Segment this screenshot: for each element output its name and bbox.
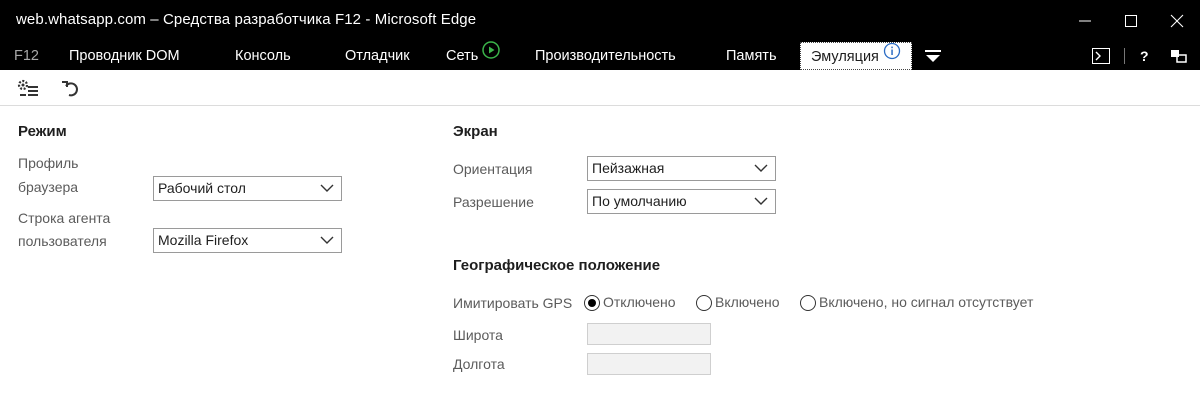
undo-icon — [62, 81, 78, 97]
simulate-gps-label: Имитировать GPS — [453, 295, 573, 311]
browser-profile-label-line2: браузера — [18, 179, 79, 195]
more-tools-button[interactable] — [922, 42, 944, 70]
radio-unselected-icon — [800, 295, 816, 311]
emulation-toolbar — [0, 70, 1200, 106]
gear-list-icon — [17, 79, 38, 96]
browser-profile-value: Рабочий стол — [158, 180, 246, 196]
tab-memory[interactable]: Память — [726, 42, 777, 70]
tab-emulation-label: Эмуляция — [811, 49, 879, 65]
reset-button[interactable] — [60, 78, 84, 100]
resolution-select[interactable]: По умолчанию — [587, 189, 776, 214]
window-controls — [1062, 0, 1200, 42]
title-bar: web.whatsapp.com – Средства разработчика… — [0, 0, 1200, 42]
close-icon — [1170, 14, 1184, 28]
gps-radio-off-label: Отключено — [603, 294, 676, 310]
minimize-button[interactable] — [1062, 0, 1108, 42]
chevron-down-icon — [320, 184, 334, 192]
longitude-label: Долгота — [453, 356, 505, 372]
chevron-down-icon — [320, 236, 334, 244]
orientation-select[interactable]: Пейзажная — [587, 156, 776, 181]
tab-f12[interactable]: F12 — [14, 42, 39, 70]
tab-performance[interactable]: Производительность — [535, 42, 676, 70]
dropdown-arrow-icon — [925, 50, 941, 62]
browser-profile-label-line1: Профиль — [18, 155, 79, 171]
gps-radio-group: Отключено Включено Включено, но сигнал о… — [584, 293, 1054, 315]
help-button[interactable]: ? — [1136, 42, 1154, 70]
undock-icon — [1171, 50, 1187, 63]
devtools-tab-bar: F12 Проводник DOM Консоль Отладчик Сеть … — [0, 40, 1200, 70]
svg-text:?: ? — [1140, 48, 1149, 64]
resolution-label: Разрешение — [453, 194, 534, 210]
info-icon[interactable] — [883, 42, 901, 70]
chevron-down-icon — [754, 164, 768, 172]
maximize-icon — [1125, 15, 1137, 27]
geolocation-section-title: Географическое положение — [453, 257, 661, 274]
window-title: web.whatsapp.com – Средства разработчика… — [16, 11, 477, 28]
mode-section-title: Режим — [18, 123, 67, 140]
resolution-value: По умолчанию — [592, 193, 687, 209]
chevron-down-icon — [754, 197, 768, 205]
user-agent-select[interactable]: Mozilla Firefox — [153, 228, 342, 253]
browser-profile-select[interactable]: Рабочий стол — [153, 176, 342, 201]
minimize-icon — [1079, 20, 1091, 22]
console-toggle-button[interactable] — [1090, 42, 1114, 70]
latitude-label: Широта — [453, 327, 503, 343]
tab-emulation[interactable]: Эмуляция — [800, 42, 912, 70]
screen-section-title: Экран — [453, 123, 498, 140]
orientation-label: Ориентация — [453, 161, 533, 177]
gps-radio-on-label: Включено — [715, 294, 780, 310]
longitude-input[interactable] — [587, 353, 711, 375]
gps-radio-on-no-signal-label: Включено, но сигнал отсутствует — [819, 294, 1034, 310]
settings-button[interactable] — [16, 78, 40, 100]
toolbar-divider — [1124, 48, 1126, 64]
tab-dom-explorer[interactable]: Проводник DOM — [69, 42, 180, 70]
tab-network-label: Сеть — [446, 48, 479, 64]
radio-unselected-icon — [696, 295, 712, 311]
user-agent-label-line2: пользователя — [18, 233, 107, 249]
tab-debugger[interactable]: Отладчик — [345, 42, 410, 70]
play-icon[interactable] — [482, 40, 500, 69]
tab-console[interactable]: Консоль — [235, 42, 291, 70]
console-icon — [1092, 48, 1110, 64]
latitude-input[interactable] — [587, 323, 711, 345]
maximize-button[interactable] — [1108, 0, 1154, 42]
radio-selected-icon — [584, 295, 600, 311]
help-icon: ? — [1140, 48, 1149, 64]
close-button[interactable] — [1154, 0, 1200, 42]
undock-button[interactable] — [1168, 42, 1190, 70]
user-agent-value: Mozilla Firefox — [158, 232, 249, 248]
orientation-value: Пейзажная — [592, 160, 665, 176]
tab-network[interactable]: Сеть — [446, 40, 500, 70]
